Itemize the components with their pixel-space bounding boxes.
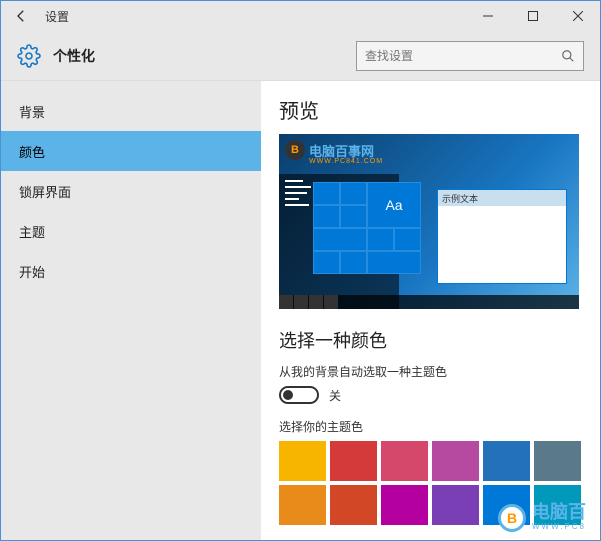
minimize-button[interactable] bbox=[465, 1, 510, 31]
toggle-state-label: 关 bbox=[329, 387, 341, 404]
sidebar-item-label: 颜色 bbox=[19, 142, 45, 161]
sample-window-title: 示例文本 bbox=[438, 190, 566, 206]
color-swatch[interactable] bbox=[330, 485, 377, 525]
preview-heading: 预览 bbox=[279, 95, 582, 124]
maximize-button[interactable] bbox=[510, 1, 555, 31]
sidebar-item-themes[interactable]: 主题 bbox=[1, 211, 261, 251]
sidebar-item-lockscreen[interactable]: 锁屏界面 bbox=[1, 171, 261, 211]
preview-sample-window: 示例文本 bbox=[437, 189, 567, 284]
bars-icon bbox=[285, 180, 311, 210]
color-swatch[interactable] bbox=[483, 441, 530, 481]
maximize-icon bbox=[528, 11, 538, 21]
close-button[interactable] bbox=[555, 1, 600, 31]
auto-pick-toggle[interactable] bbox=[279, 386, 319, 404]
toggle-row: 关 bbox=[279, 386, 582, 404]
sidebar-item-label: 背景 bbox=[19, 102, 45, 121]
watermark-text: 电脑百 bbox=[532, 503, 586, 523]
close-icon bbox=[573, 11, 583, 21]
gear-icon bbox=[17, 44, 41, 68]
tile-sample: Aa bbox=[367, 182, 421, 228]
sidebar: 背景 颜色 锁屏界面 主题 开始 bbox=[1, 81, 261, 540]
logo-badge-icon: B bbox=[285, 140, 305, 160]
color-swatch[interactable] bbox=[279, 441, 326, 481]
search-box[interactable] bbox=[356, 41, 584, 71]
color-swatch[interactable] bbox=[534, 441, 581, 481]
sidebar-item-label: 锁屏界面 bbox=[19, 182, 71, 201]
watermark: B 电脑百 WWW.PC8 bbox=[498, 503, 586, 532]
titlebar: 设置 bbox=[1, 1, 600, 31]
back-arrow-icon bbox=[12, 7, 30, 25]
page-title: 个性化 bbox=[53, 46, 356, 66]
header: 个性化 bbox=[1, 31, 600, 81]
main-area: 背景 颜色 锁屏界面 主题 开始 预览 B 电脑百事网 WWW.PC841.CO… bbox=[1, 81, 600, 540]
sidebar-item-colors[interactable]: 颜色 bbox=[1, 131, 261, 171]
color-heading: 选择一种颜色 bbox=[279, 327, 582, 353]
auto-pick-label: 从我的背景自动选取一种主题色 bbox=[279, 363, 582, 380]
color-swatch[interactable] bbox=[432, 441, 479, 481]
preview-logo: B 电脑百事网 bbox=[285, 140, 374, 160]
sidebar-item-start[interactable]: 开始 bbox=[1, 251, 261, 291]
color-swatch[interactable] bbox=[279, 485, 326, 525]
preview-box: B 电脑百事网 WWW.PC841.COM Aa 示例文本 bbox=[279, 134, 579, 309]
preview-tiles: Aa bbox=[313, 182, 421, 274]
search-input[interactable] bbox=[365, 49, 561, 63]
back-button[interactable] bbox=[1, 1, 41, 31]
sidebar-item-label: 主题 bbox=[19, 222, 45, 241]
window-title: 设置 bbox=[45, 8, 69, 25]
color-swatch[interactable] bbox=[330, 441, 377, 481]
content: 预览 B 电脑百事网 WWW.PC841.COM Aa 示例文本 bbox=[261, 81, 600, 540]
accent-label: 选择你的主题色 bbox=[279, 418, 582, 435]
toggle-knob-icon bbox=[283, 390, 293, 400]
search-icon bbox=[561, 49, 575, 63]
color-swatch[interactable] bbox=[381, 441, 428, 481]
watermark-stack: 电脑百 WWW.PC8 bbox=[532, 503, 586, 532]
sidebar-item-background[interactable]: 背景 bbox=[1, 91, 261, 131]
watermark-sub: WWW.PC8 bbox=[532, 523, 586, 532]
minimize-icon bbox=[483, 11, 493, 21]
logo-text: 电脑百事网 bbox=[309, 141, 374, 160]
color-swatch[interactable] bbox=[432, 485, 479, 525]
logo-sub: WWW.PC841.COM bbox=[309, 158, 383, 165]
color-swatch[interactable] bbox=[381, 485, 428, 525]
sidebar-item-label: 开始 bbox=[19, 262, 45, 281]
window-controls bbox=[465, 1, 600, 31]
preview-taskbar bbox=[279, 295, 579, 309]
watermark-badge-icon: B bbox=[498, 504, 526, 532]
